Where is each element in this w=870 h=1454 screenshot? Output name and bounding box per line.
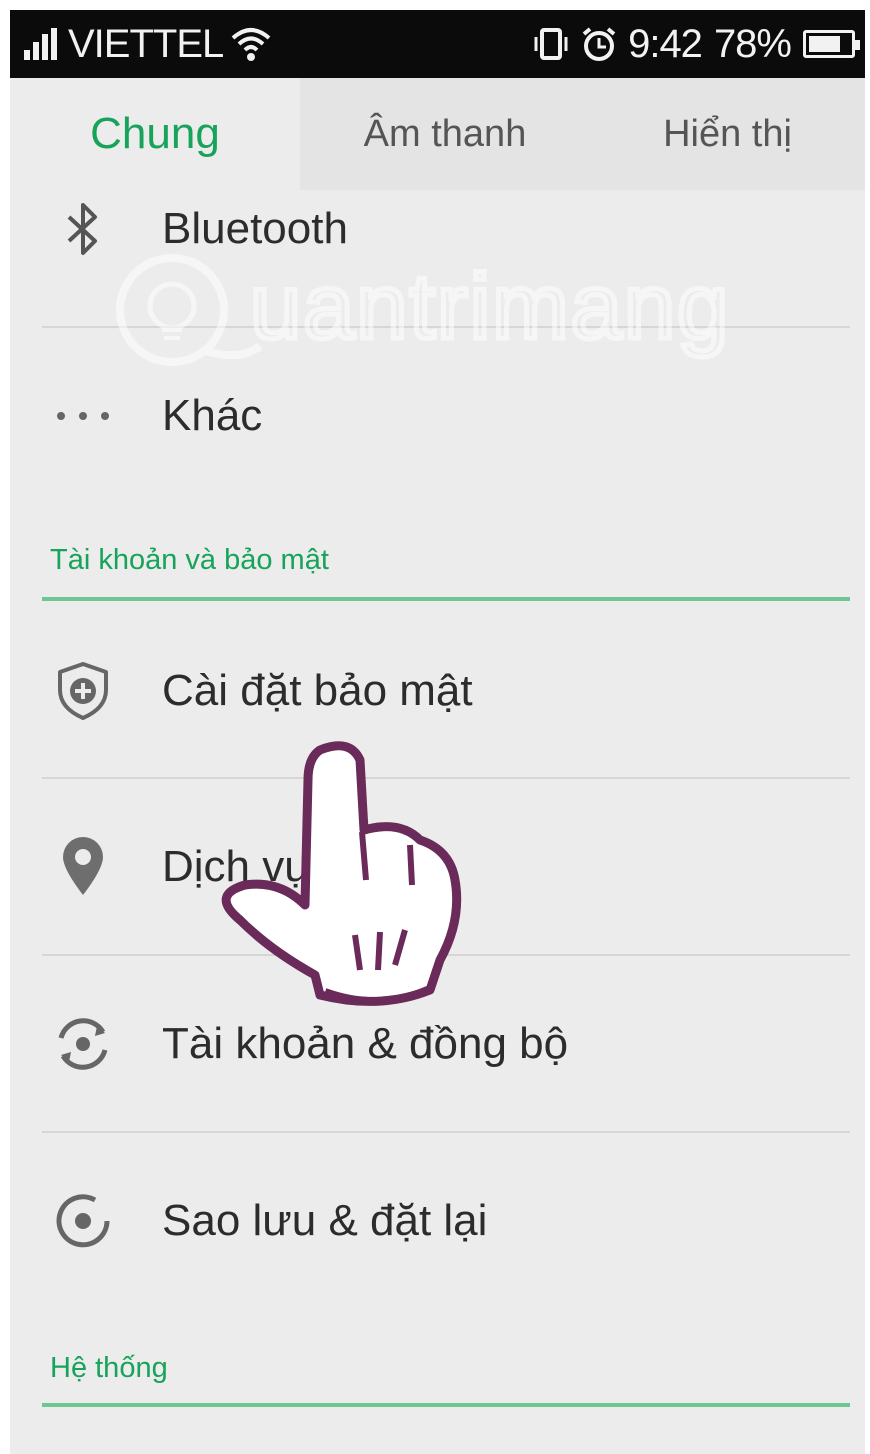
settings-item-bluetooth[interactable]: Bluetooth xyxy=(10,155,865,331)
battery-percent: 78% xyxy=(713,21,792,66)
shield-plus-icon xyxy=(50,658,116,724)
section-divider xyxy=(42,1403,850,1407)
status-bar: VIETTEL 9:42 78% xyxy=(10,10,865,78)
settings-item-label: Dịch vụ xyxy=(162,842,309,891)
battery-fill xyxy=(809,36,840,52)
settings-item-other[interactable]: Khác xyxy=(10,328,865,504)
bluetooth-icon xyxy=(50,196,116,262)
settings-item-label: Tài khoản & đồng bộ xyxy=(162,1019,569,1068)
signal-icon xyxy=(24,28,60,60)
sync-icon xyxy=(50,1011,116,1077)
battery-icon xyxy=(803,30,860,58)
backup-reset-icon xyxy=(50,1188,116,1254)
vibrate-icon xyxy=(532,27,570,61)
settings-screen: VIETTEL 9:42 78% Chung Âm thanh Hiển thị… xyxy=(10,10,865,1454)
more-dots-icon xyxy=(50,383,116,449)
alarm-icon xyxy=(580,26,618,62)
settings-item-label: Sao lưu & đặt lại xyxy=(162,1196,488,1245)
section-header-account-security: Tài khoản và bảo mật xyxy=(50,544,329,576)
settings-item-accounts-sync[interactable]: Tài khoản & đồng bộ xyxy=(10,956,865,1132)
settings-item-label: Khác xyxy=(162,391,263,440)
settings-item-label: Bluetooth xyxy=(162,203,348,253)
settings-item-security[interactable]: Cài đặt bảo mật xyxy=(10,603,865,779)
section-divider xyxy=(42,597,850,601)
carrier-name: VIETTEL xyxy=(68,21,224,66)
clock: 9:42 xyxy=(628,21,703,66)
location-pin-icon xyxy=(50,834,116,900)
settings-item-label: Cài đặt bảo mật xyxy=(162,666,473,715)
wifi-icon xyxy=(231,26,271,62)
settings-item-location[interactable]: Dịch vụ xyxy=(10,779,865,955)
section-header-system: Hệ thống xyxy=(50,1352,168,1384)
settings-item-backup-reset[interactable]: Sao lưu & đặt lại xyxy=(10,1133,865,1309)
